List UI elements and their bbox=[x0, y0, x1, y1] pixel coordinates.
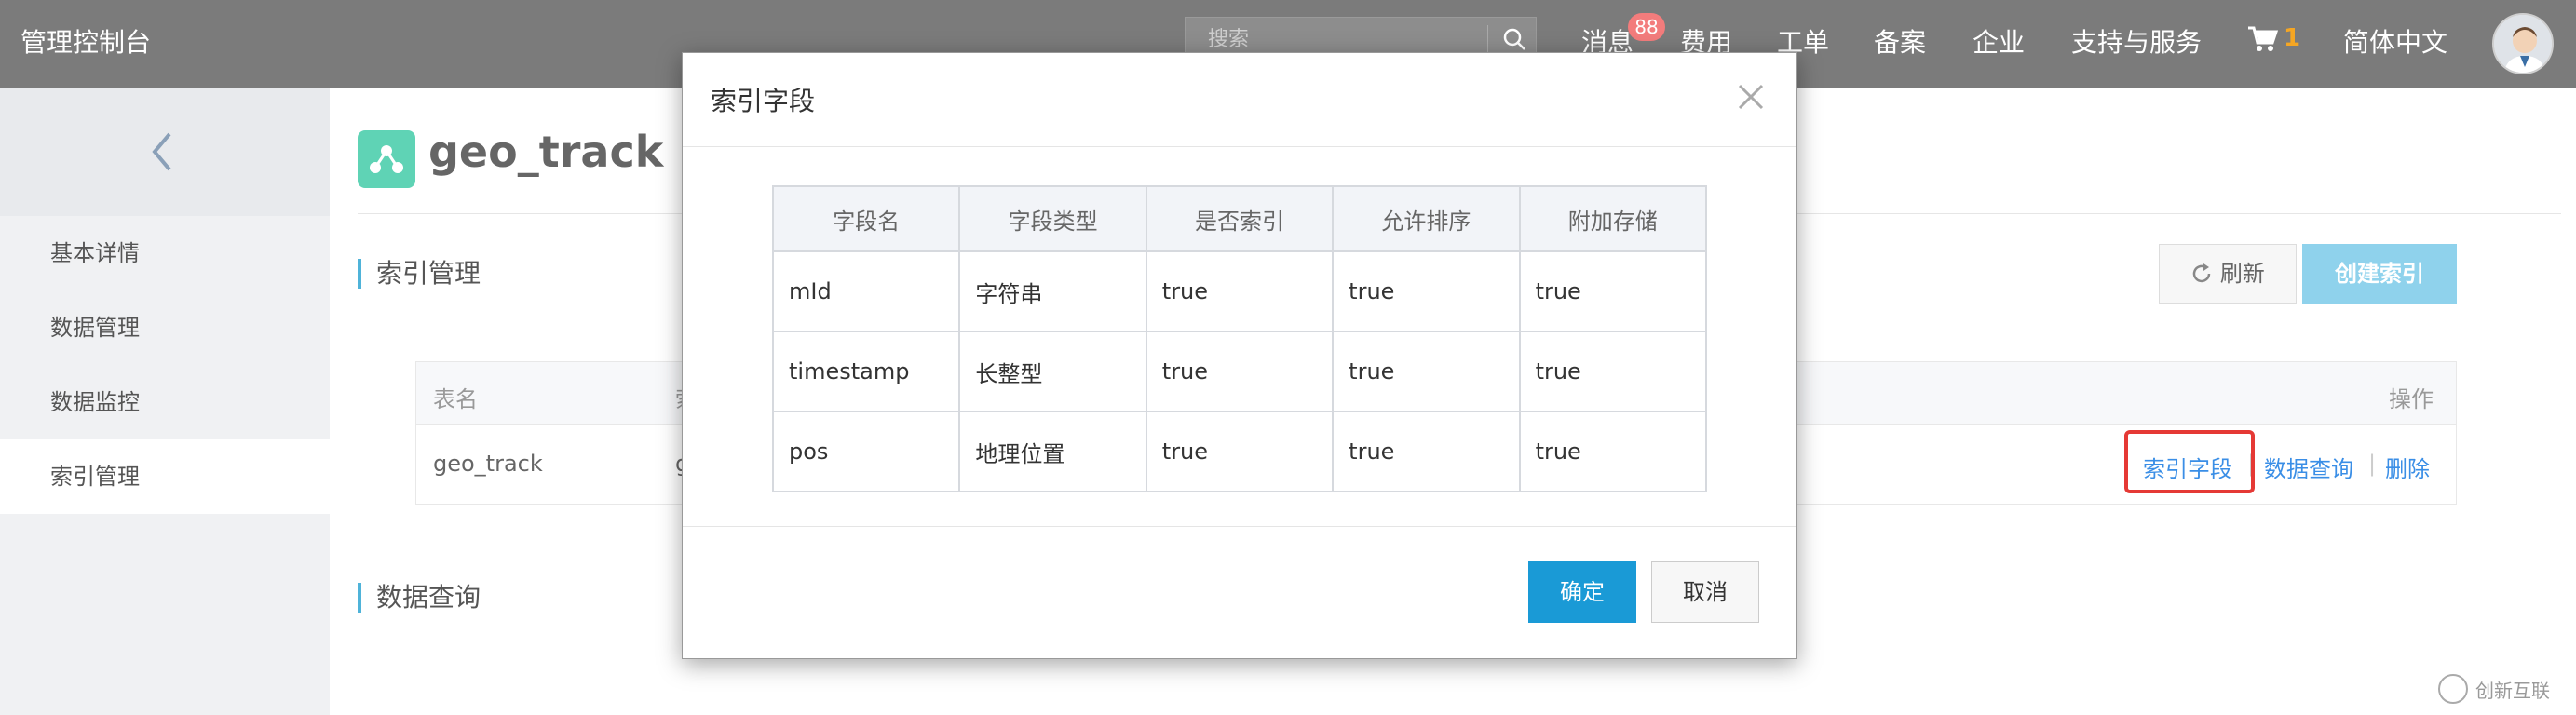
cart-icon[interactable] bbox=[2246, 24, 2280, 54]
cell-field-name: pos bbox=[771, 411, 961, 492]
cell-sortable: true bbox=[1332, 331, 1521, 412]
column-header-field-name: 字段名 bbox=[771, 185, 961, 252]
sidebar-item-index-management[interactable]: 索引管理 bbox=[0, 439, 330, 514]
column-header-ops: 操作 bbox=[2389, 386, 2434, 412]
column-header-field-type: 字段类型 bbox=[958, 185, 1147, 252]
highlight-annotation bbox=[2124, 430, 2255, 493]
nav-enterprise[interactable]: 企业 bbox=[1973, 22, 2025, 60]
ops-separator: | bbox=[2368, 451, 2377, 477]
table-row: pos 地理位置 true true true bbox=[771, 411, 1708, 492]
table-row: mId 字符串 true true true bbox=[771, 250, 1708, 332]
index-fields-dialog: 索引字段 字段名 字段类型 是否索引 允许排序 附加存储 mId 字符串 tru… bbox=[682, 52, 1797, 659]
user-avatar[interactable] bbox=[2492, 13, 2554, 74]
column-header-stored: 附加存储 bbox=[1518, 185, 1708, 252]
dialog-title: 索引字段 bbox=[711, 86, 816, 116]
chevron-left-icon[interactable] bbox=[145, 128, 179, 175]
table-row: timestamp 长整型 true true true bbox=[771, 331, 1708, 412]
watermark: 创新互联 bbox=[2438, 668, 2574, 709]
console-brand[interactable]: 管理控制台 bbox=[20, 22, 151, 60]
confirm-button[interactable]: 确定 bbox=[1528, 561, 1636, 623]
cell-stored: true bbox=[1518, 250, 1708, 332]
row-table-name: geo_track bbox=[433, 451, 543, 477]
column-header-name: 表名 bbox=[433, 386, 478, 412]
cell-sortable: true bbox=[1332, 250, 1521, 332]
cell-field-name: timestamp bbox=[771, 331, 961, 412]
cell-field-type: 地理位置 bbox=[958, 411, 1147, 492]
nav-icp[interactable]: 备案 bbox=[1874, 22, 1926, 60]
data-query-link[interactable]: 数据查询 bbox=[2264, 451, 2353, 483]
section-title-index: 索引管理 bbox=[358, 259, 481, 289]
avatar-face-icon bbox=[2494, 15, 2552, 73]
refresh-label: 刷新 bbox=[2219, 261, 2265, 287]
section-title-query: 数据查询 bbox=[358, 583, 481, 613]
dialog-header-divider bbox=[683, 146, 1796, 147]
cell-field-type: 长整型 bbox=[958, 331, 1147, 412]
close-icon[interactable] bbox=[1737, 83, 1765, 111]
cancel-button[interactable]: 取消 bbox=[1651, 561, 1759, 623]
column-header-indexed: 是否索引 bbox=[1145, 185, 1335, 252]
search-divider bbox=[1487, 25, 1488, 53]
sidebar-item-data-management[interactable]: 数据管理 bbox=[0, 290, 330, 365]
dialog-footer-divider bbox=[683, 526, 1796, 527]
sidebar-item-details[interactable]: 基本详情 bbox=[0, 216, 330, 290]
fields-table-header: 字段名 字段类型 是否索引 允许排序 附加存储 bbox=[771, 185, 1708, 252]
index-fields-table: 字段名 字段类型 是否索引 允许排序 附加存储 mId 字符串 true tru… bbox=[771, 185, 1708, 492]
table-icon bbox=[358, 130, 415, 188]
nav-language[interactable]: 简体中文 bbox=[2343, 22, 2447, 60]
refresh-button[interactable]: 刷新 bbox=[2159, 244, 2297, 304]
cell-indexed: true bbox=[1145, 331, 1335, 412]
refresh-icon bbox=[2192, 263, 2211, 283]
cell-sortable: true bbox=[1332, 411, 1521, 492]
create-index-button[interactable]: 创建索引 bbox=[2302, 244, 2457, 304]
cell-indexed: true bbox=[1145, 411, 1335, 492]
column-header-sortable: 允许排序 bbox=[1332, 185, 1521, 252]
watermark-logo-icon bbox=[2438, 674, 2468, 704]
cell-field-name: mId bbox=[771, 250, 961, 332]
cell-stored: true bbox=[1518, 331, 1708, 412]
cell-stored: true bbox=[1518, 411, 1708, 492]
page-title: geo_track bbox=[428, 127, 664, 177]
nav-support[interactable]: 支持与服务 bbox=[2071, 22, 2202, 60]
cell-indexed: true bbox=[1145, 250, 1335, 332]
sidebar-item-data-monitoring[interactable]: 数据监控 bbox=[0, 365, 330, 439]
messages-badge: 88 bbox=[1628, 13, 1665, 41]
watermark-text: 创新互联 bbox=[2475, 680, 2550, 702]
sidebar-header bbox=[0, 88, 330, 216]
cell-field-type: 字符串 bbox=[958, 250, 1147, 332]
cart-count[interactable]: 1 bbox=[2284, 24, 2300, 52]
search-icon[interactable] bbox=[1500, 25, 1528, 53]
sidebar: 基本详情 数据管理 数据监控 索引管理 bbox=[0, 88, 330, 715]
delete-link[interactable]: 删除 bbox=[2385, 451, 2430, 483]
